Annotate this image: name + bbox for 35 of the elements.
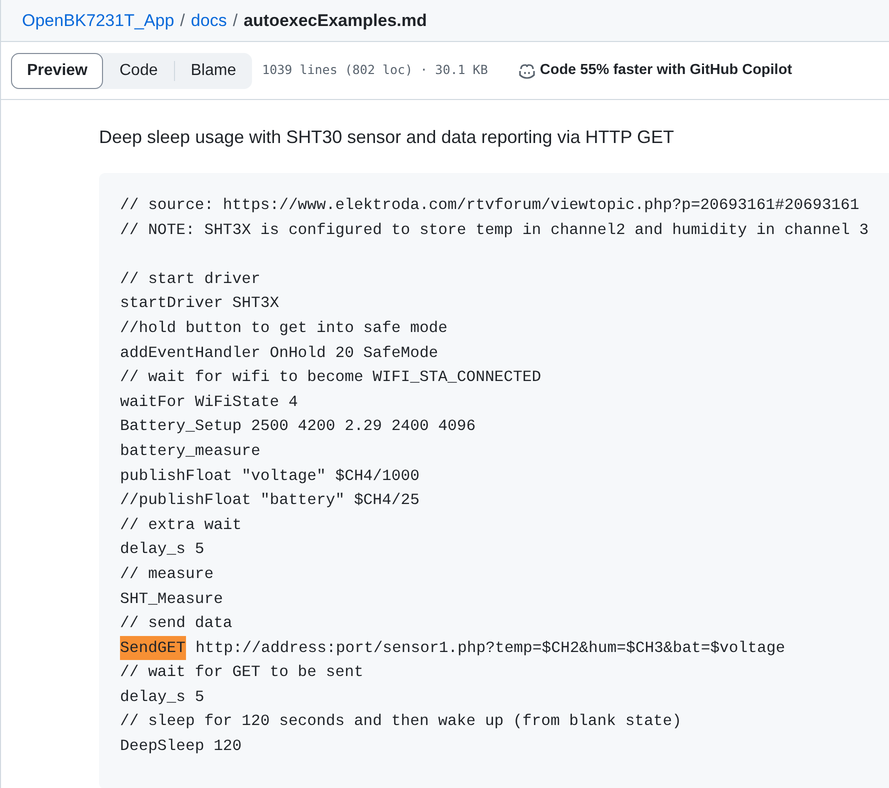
code-line: waitFor WiFiState 4 — [120, 392, 298, 413]
code-line: // measure — [120, 564, 214, 585]
breadcrumb-link[interactable]: docs — [190, 8, 227, 34]
code-line: delay_s 5 — [120, 686, 204, 708]
breadcrumb-link[interactable]: OpenBK7231T_App — [22, 8, 174, 34]
code-line: http://address:port/sensor1.php?temp=$CH2&hum=$CH3&bat=$voltage — [196, 638, 786, 659]
code-line: // start driver — [120, 268, 260, 290]
code-line: // NOTE: SHT3X is configured to store temp in channel2 and humidity in channel 3 — [120, 220, 869, 241]
view-tab[interactable]: Blame — [174, 52, 252, 88]
code-line: // wait for wifi to become WIFI_STA_CONNECTED — [120, 367, 542, 388]
code-line: publishFloat "voltage" $CH4/1000 — [120, 466, 420, 487]
code-line: SHT_Measure — [120, 588, 223, 610]
code-line: delay_s 5 — [120, 539, 204, 560]
file-info: 1039 lines (802 loc) · 30.1 KB — [262, 61, 488, 80]
path-separator: / — [180, 10, 185, 32]
file-name: autoexecExamples.md — [244, 10, 427, 32]
code-line: // wait for GET to be sent — [120, 662, 364, 684]
view-tab[interactable]: Code — [103, 52, 174, 88]
section-heading: Deep sleep usage with SHT30 sensor and data reporting via HTTP GET — [99, 126, 675, 149]
code-line: // source: https://www.elektroda.com/rtvforum/viewtopic.php?p=20693161#20693161 — [120, 195, 860, 216]
code-line: //publishFloat "battery" $CH4/25 — [120, 490, 420, 512]
code-line: Battery_Setup 2500 4200 2.29 2400 4096 — [120, 416, 476, 438]
code-line: // sleep for 120 seconds and then wake up (from blank state) — [120, 711, 682, 732]
path-separator: / — [232, 10, 238, 32]
code-line: //hold button to get into safe mode — [120, 318, 448, 339]
copilot-link[interactable]: Code 55% faster with GitHub Copilot — [518, 60, 792, 82]
highlighted-token: SendGET — [120, 636, 186, 660]
code-line: battery_measure — [120, 440, 260, 462]
copilot-icon — [518, 62, 536, 78]
code-line: // extra wait — [120, 514, 242, 536]
code-line: // send data — [120, 613, 232, 634]
code-line: DeepSleep 120 — [120, 736, 242, 758]
code-line: startDriver SHT3X — [120, 293, 280, 314]
view-tab[interactable]: Preview — [11, 52, 104, 88]
code-line: addEventHandler OnHold 20 SafeMode — [120, 342, 438, 364]
